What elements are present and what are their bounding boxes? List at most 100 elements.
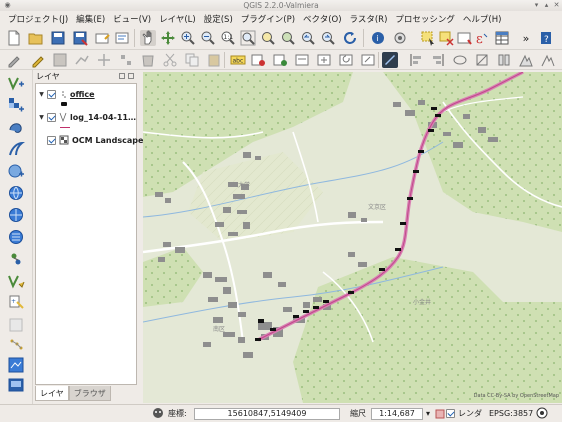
delete-selected-icon[interactable] [140, 52, 156, 68]
zoom-last-icon[interactable] [300, 30, 316, 46]
menu-settings[interactable]: 設定(S) [200, 13, 237, 25]
snapping-icon[interactable] [518, 52, 534, 68]
blank-layer-icon[interactable] [7, 316, 25, 334]
menu-view[interactable]: ビュー(V) [109, 13, 155, 25]
composer-manager-icon[interactable] [114, 30, 130, 46]
menu-help[interactable]: ヘルプ(H) [459, 13, 506, 25]
measure-icon[interactable] [456, 30, 472, 46]
save-edits-icon[interactable] [52, 52, 68, 68]
tab-browser[interactable]: ブラウザ [68, 386, 111, 401]
menu-project[interactable]: プロジェクト(J) [4, 13, 72, 25]
menu-processing[interactable]: プロセッシング [391, 13, 459, 25]
zoom-in-icon[interactable] [180, 30, 196, 46]
collapse-arrow-icon[interactable]: ▼ [38, 91, 45, 98]
zoom-to-layer-icon[interactable] [280, 30, 296, 46]
new-print-composer-icon[interactable] [94, 30, 110, 46]
align-left-icon[interactable] [408, 52, 424, 68]
gps-tool-icon[interactable] [382, 52, 398, 68]
coordinate-field[interactable]: 15610847,5149409 [194, 408, 340, 420]
menu-layer[interactable]: レイヤ(L) [155, 13, 200, 25]
label-toolbar-icon[interactable]: abc [230, 52, 246, 68]
maximize-icon[interactable]: ▴ [542, 1, 551, 10]
toggle-editing-icon[interactable] [30, 52, 46, 68]
add-wms-layer-icon[interactable] [7, 184, 25, 202]
add-vector-layer-icon[interactable] [7, 74, 25, 92]
show-hide-labels-icon[interactable] [294, 52, 310, 68]
toolbar-overflow-button[interactable]: » [518, 30, 534, 46]
pan-to-selection-icon[interactable] [160, 30, 176, 46]
add-raster-layer-icon[interactable] [7, 96, 25, 114]
layer-labeling-icon[interactable] [250, 52, 266, 68]
zoom-actual-size-icon[interactable]: 1:1 [220, 30, 236, 46]
menu-edit[interactable]: 編集(E) [72, 13, 109, 25]
cut-features-icon[interactable] [162, 52, 178, 68]
refresh-icon[interactable] [342, 30, 358, 46]
pin-labels-icon[interactable] [272, 52, 288, 68]
scale-dropdown-icon[interactable]: ▾ [426, 408, 430, 420]
add-spatialite-layer-icon[interactable] [7, 140, 25, 158]
change-label-icon[interactable] [360, 52, 376, 68]
add-wfs-layer-icon[interactable] [7, 228, 25, 246]
copy-features-icon[interactable] [184, 52, 200, 68]
zoom-next-icon[interactable] [320, 30, 336, 46]
menu-raster[interactable]: ラスタ(R) [346, 13, 392, 25]
crs-icon[interactable] [536, 407, 548, 419]
float-panel-icon[interactable] [119, 73, 125, 79]
add-postgis-layer-icon[interactable] [7, 118, 25, 136]
add-feature-icon[interactable] [74, 52, 90, 68]
layers-tree[interactable]: ▼ office ▼ log_14-04-11… OCM Landscape [35, 83, 143, 385]
new-vector-layer-icon[interactable] [7, 272, 25, 290]
deselect-features-icon[interactable] [438, 30, 454, 46]
add-mssql-layer-icon[interactable] [7, 162, 25, 180]
help-contents-icon[interactable]: ? [538, 30, 554, 46]
scale-field[interactable]: 1:14,687 [371, 408, 423, 420]
pan-map-icon[interactable] [140, 30, 156, 46]
add-wcs-layer-icon[interactable] [7, 206, 25, 224]
close-icon[interactable]: ✕ [552, 1, 561, 10]
layer-visibility-checkbox[interactable] [47, 112, 56, 122]
georeferencer-icon[interactable] [7, 356, 25, 374]
menu-vector[interactable]: ベクタ(O) [299, 13, 345, 25]
add-virtual-layer-icon[interactable]: + [7, 294, 25, 312]
align-right-icon[interactable] [430, 52, 446, 68]
select-features-icon[interactable] [420, 30, 436, 46]
zoom-out-icon[interactable] [200, 30, 216, 46]
attribute-table-icon[interactable] [494, 30, 510, 46]
merge-features-icon[interactable] [496, 52, 512, 68]
add-delimited-text-layer-icon[interactable] [7, 250, 25, 268]
new-project-icon[interactable] [6, 30, 22, 46]
split-parts-icon[interactable] [474, 52, 490, 68]
minimize-icon[interactable]: ▾ [532, 1, 541, 10]
tab-layers[interactable]: レイヤ [35, 386, 69, 401]
crs-button[interactable]: EPSG:3857 [489, 408, 533, 420]
layer-item-ocm-landscape[interactable]: OCM Landscape [45, 134, 143, 146]
open-project-icon[interactable] [28, 30, 44, 46]
layer-item-office[interactable]: ▼ office [38, 88, 95, 100]
rotate-label-icon[interactable] [338, 52, 354, 68]
digitize-ellipse-icon[interactable] [452, 52, 468, 68]
paste-features-icon[interactable] [206, 52, 222, 68]
close-panel-icon[interactable] [128, 73, 134, 79]
zoom-to-selection-icon[interactable] [260, 30, 276, 46]
messages-icon[interactable] [152, 407, 164, 419]
identify-features-icon[interactable]: i [370, 30, 386, 46]
map-canvas[interactable]: 文京区 大学 小金井 南区 Data CC-By-SA by OpenStree… [143, 72, 562, 403]
gpx-tools-icon[interactable] [7, 336, 25, 354]
field-calculator-icon[interactable]: ε [474, 30, 490, 46]
save-as-icon[interactable] [72, 30, 88, 46]
move-feature-icon[interactable] [96, 52, 112, 68]
offset-curve-icon[interactable] [540, 52, 556, 68]
node-tool-icon[interactable] [118, 52, 134, 68]
stop-render-icon[interactable] [435, 409, 445, 421]
render-checkbox[interactable] [446, 409, 455, 418]
layer-item-log[interactable]: ▼ log_14-04-11… [38, 111, 136, 123]
current-edits-icon[interactable] [6, 52, 22, 68]
save-project-icon[interactable] [50, 30, 66, 46]
collapse-arrow-icon[interactable]: ▼ [38, 114, 45, 121]
zoom-full-icon[interactable] [240, 30, 256, 46]
layer-visibility-checkbox[interactable] [47, 89, 56, 99]
menu-plugins[interactable]: プラグイン(P) [237, 13, 299, 25]
raster-calculator-icon[interactable] [7, 376, 25, 394]
run-feature-action-icon[interactable] [392, 30, 408, 46]
layer-visibility-checkbox[interactable] [47, 135, 56, 145]
